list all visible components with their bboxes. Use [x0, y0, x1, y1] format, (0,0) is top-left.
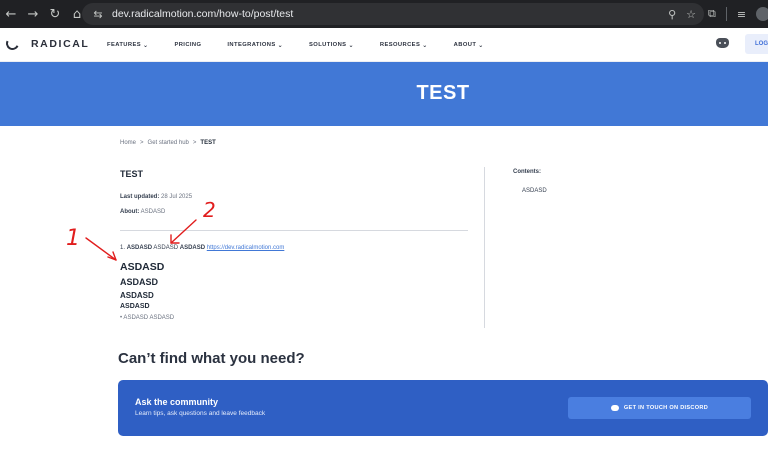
- last-updated-value: 28 Jul 2025: [161, 194, 193, 200]
- discord-button-label: GET IN TOUCH ON DISCORD: [623, 405, 709, 411]
- breadcrumb-home[interactable]: Home: [120, 140, 136, 146]
- breadcrumb-separator: >: [192, 140, 197, 146]
- login-button[interactable]: LOG: [745, 34, 768, 54]
- contents-item[interactable]: ASDASD: [522, 188, 547, 194]
- chevron-down-icon: ⌄: [277, 41, 284, 49]
- about-value: ASDASD: [140, 209, 166, 215]
- url-text[interactable]: dev.radicalmotion.com/how-to/post/test: [112, 8, 293, 20]
- menu-integrations[interactable]: INTEGRATIONS ⌄: [227, 42, 283, 49]
- address-bar[interactable]: ⇆ dev.radicalmotion.com/how-to/post/test…: [82, 3, 704, 25]
- profile-avatar[interactable]: [756, 7, 768, 21]
- sidebar-divider: [484, 167, 485, 328]
- chevron-down-icon: ⌄: [478, 41, 484, 49]
- last-updated-label: Last updated:: [120, 194, 160, 200]
- bullet-list-item: • ASDASD ASDASD: [120, 315, 175, 321]
- site-header: RADICAL FEATURES ⌄ PRICING INTEGRATIONS ⌄ …: [0, 28, 768, 62]
- article-title: TEST: [120, 169, 144, 179]
- list-link[interactable]: https://dev.radicalmotion.com: [207, 245, 285, 251]
- menu-label: SOLUTIONS: [309, 42, 347, 48]
- heading-3: ASDASD: [120, 291, 154, 300]
- discord-icon: [610, 405, 619, 411]
- about-label: About:: [120, 209, 140, 215]
- toolbar-divider: [725, 7, 727, 21]
- page: ← → ↻ ⌂ ⇆ dev.radicalmotion.com/how-to/p…: [0, 0, 768, 451]
- chevron-down-icon: ⌄: [422, 41, 428, 49]
- breadcrumb-separator: >: [140, 140, 144, 146]
- menu-label: ABOUT: [453, 42, 477, 48]
- contents-label: Contents:: [513, 169, 541, 175]
- about: About: ASDASD: [120, 209, 165, 215]
- back-icon[interactable]: ←: [0, 0, 22, 28]
- divider: [120, 230, 468, 231]
- menu-features[interactable]: FEATURES ⌄: [107, 42, 148, 49]
- annotation-label-2: 2: [203, 198, 216, 222]
- logo-text: RADICAL: [31, 37, 90, 50]
- chevron-down-icon: ⌄: [143, 41, 149, 49]
- list-plain-text: ASDASD: [153, 245, 179, 251]
- bookmark-star-icon[interactable]: ☆: [686, 8, 696, 21]
- discord-icon[interactable]: [716, 38, 729, 48]
- heading-4: ASDASD: [120, 303, 150, 310]
- community-card: Ask the community Learn tips, ask questi…: [118, 380, 768, 436]
- annotation-arrow-1: [85, 237, 117, 261]
- menu-resources[interactable]: RESOURCES ⌄: [380, 42, 428, 49]
- heading-1: ASDASD: [120, 261, 165, 273]
- menu-label: PRICING: [174, 42, 202, 48]
- annotation-arrowhead-2: [170, 234, 180, 244]
- annotation-arrow-2: [170, 219, 197, 244]
- reload-icon[interactable]: ↻: [44, 0, 66, 28]
- heading-2: ASDASD: [120, 277, 159, 287]
- breadcrumb-get-started[interactable]: Get started hub: [148, 140, 189, 146]
- browser-actions: ⧉ ≡: [708, 0, 768, 28]
- address-bar-actions: ⚲ ☆: [668, 3, 696, 25]
- last-updated: Last updated: 28 Jul 2025: [120, 194, 192, 200]
- annotation-arrowhead-1: [107, 251, 117, 261]
- menu-label: INTEGRATIONS: [227, 42, 276, 48]
- site-settings-icon[interactable]: ⇆: [88, 8, 108, 21]
- ordered-list-item: 1. ASDASD ASDASD ASDASD https://dev.radi…: [120, 245, 284, 251]
- community-subtitle: Learn tips, ask questions and leave feed…: [135, 410, 266, 417]
- hero-title: TEST: [416, 82, 470, 104]
- list-number: 1.: [120, 245, 126, 251]
- hero-banner: TEST: [0, 62, 768, 126]
- menu-label: FEATURES: [107, 42, 142, 48]
- list-bold-text: ASDASD: [126, 245, 153, 251]
- menu-label: RESOURCES: [379, 42, 421, 48]
- discord-button[interactable]: GET IN TOUCH ON DISCORD: [568, 397, 751, 419]
- main-menu: FEATURES ⌄ PRICING INTEGRATIONS ⌄ SOLUTION…: [107, 28, 484, 62]
- zoom-icon[interactable]: ⚲: [668, 8, 676, 21]
- browser-toolbar: ← → ↻ ⌂ ⇆ dev.radicalmotion.com/how-to/p…: [0, 0, 768, 28]
- menu-pricing[interactable]: PRICING: [174, 42, 201, 48]
- annotation-label-1: 1: [66, 226, 80, 251]
- extensions-icon[interactable]: ⧉: [708, 7, 716, 21]
- forward-icon[interactable]: →: [22, 0, 44, 28]
- logo-mark-icon: [4, 35, 21, 52]
- chevron-down-icon: ⌄: [348, 41, 354, 49]
- community-title: Ask the community: [135, 397, 219, 407]
- list-bold-text: ASDASD: [179, 245, 206, 251]
- site-logo[interactable]: RADICAL: [4, 35, 90, 52]
- breadcrumb-current: TEST: [200, 140, 216, 146]
- menu-about[interactable]: ABOUT ⌄: [454, 42, 484, 49]
- cant-find-heading: Can’t find what you need?: [118, 350, 305, 367]
- menu-solutions[interactable]: SOLUTIONS ⌄: [309, 42, 354, 49]
- reading-list-icon[interactable]: ≡: [737, 8, 746, 21]
- breadcrumb: Home > Get started hub > TEST: [120, 140, 216, 146]
